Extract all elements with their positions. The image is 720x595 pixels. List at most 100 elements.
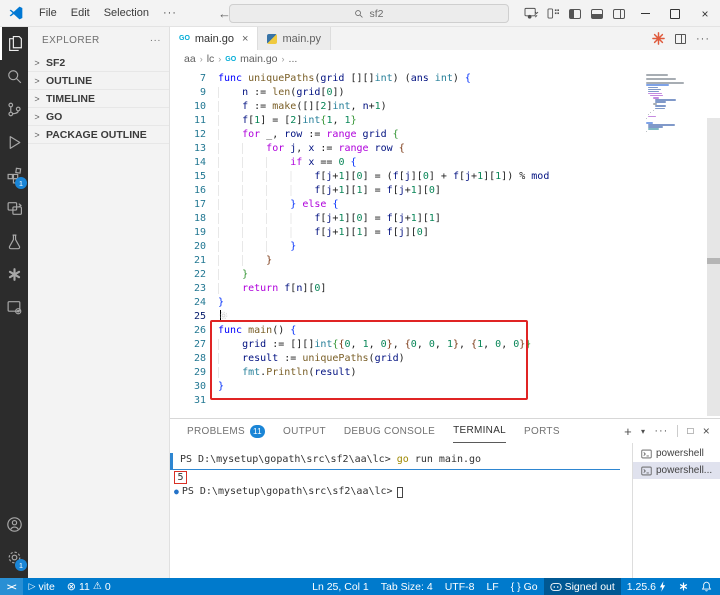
- command-search-box[interactable]: sf2: [229, 4, 509, 23]
- menu-edit[interactable]: Edit: [64, 7, 97, 19]
- line-number: 23: [193, 283, 206, 294]
- breadcrumb-item[interactable]: ...: [289, 53, 298, 65]
- split-editor-icon[interactable]: [675, 33, 686, 44]
- remote-indicator[interactable]: ><: [0, 578, 23, 595]
- code-line[interactable]: 21 }: [170, 254, 720, 268]
- customize-layout-icon[interactable]: [542, 0, 564, 27]
- window-minimize-button[interactable]: [630, 0, 660, 27]
- toggle-secondary-sidebar-icon[interactable]: [608, 0, 630, 27]
- line-number: 20: [193, 241, 206, 252]
- encoding-status[interactable]: UTF-8: [439, 578, 481, 595]
- code-line[interactable]: 9 n := len(grid[0]): [170, 86, 720, 100]
- tab-problems[interactable]: PROBLEMS 11: [187, 419, 265, 443]
- minimap[interactable]: [646, 74, 706, 135]
- code-line[interactable]: 15 f[j+1][0] = (f[j][0] + f[j+1][1]) % m…: [170, 170, 720, 184]
- menu-overflow[interactable]: ···: [156, 7, 184, 19]
- activity-pinwheel-extension-icon[interactable]: [0, 258, 28, 291]
- menu-file[interactable]: File: [32, 7, 64, 19]
- activity-search-icon[interactable]: [0, 60, 28, 93]
- window-maximize-button[interactable]: [660, 0, 690, 27]
- problems-status[interactable]: ⊗ 11 ⚠ 0: [61, 578, 117, 595]
- remote-icon: ><: [7, 581, 16, 592]
- notifications-bell-icon[interactable]: [695, 578, 720, 595]
- code-line[interactable]: 10 f := make([][2]int, n+1): [170, 100, 720, 114]
- terminal-icon: [641, 466, 652, 475]
- line-number: 26: [193, 325, 206, 336]
- code-editor[interactable]: 7 func uniquePaths(grid [][]int) (ans int…: [170, 68, 720, 418]
- indentation-status[interactable]: Tab Size: 4: [375, 578, 439, 595]
- window-close-button[interactable]: ×: [690, 0, 720, 27]
- activity-extensions-icon[interactable]: 1: [0, 159, 28, 192]
- copilot-icon: [549, 582, 562, 591]
- settings-gear-icon[interactable]: 1: [0, 541, 28, 574]
- terminal-output[interactable]: PS D:\mysetup\gopath\src\sf2\aa\lc> go r…: [170, 443, 632, 578]
- sidebar-item-timeline[interactable]: > TIMELINE: [28, 90, 169, 108]
- code-line[interactable]: 20 }: [170, 240, 720, 254]
- tab-close-icon[interactable]: ×: [242, 33, 248, 45]
- code-line[interactable]: 7 func uniquePaths(grid [][]int) (ans int…: [170, 72, 720, 86]
- run-code-icon[interactable]: [652, 32, 665, 45]
- sidebar-item-outline[interactable]: > OUTLINE: [28, 72, 169, 90]
- run-task-vite[interactable]: ▷ vite: [23, 578, 61, 595]
- account-icon[interactable]: [0, 508, 28, 541]
- breadcrumb-item[interactable]: main.go: [240, 53, 277, 65]
- tab-label: main.go: [194, 32, 235, 45]
- tab-debug-console[interactable]: DEBUG CONSOLE: [344, 419, 435, 443]
- activity-bar: 1 1: [0, 27, 28, 578]
- code-line[interactable]: 23 return f[n][0]: [170, 282, 720, 296]
- open-remote-window-icon[interactable]: [520, 0, 542, 27]
- status-bar: >< ▷ vite ⊗ 11 ⚠ 0 Ln 25, Col 1 Tab Size…: [0, 578, 720, 595]
- sidebar-item-go[interactable]: > GO: [28, 108, 169, 126]
- warning-icon: ⚠: [92, 581, 102, 592]
- search-value: sf2: [369, 7, 384, 20]
- code-line[interactable]: 14 if x == 0 {: [170, 156, 720, 170]
- terminal-instance-powershell[interactable]: powershell: [633, 445, 720, 462]
- tab-ports[interactable]: PORTS: [524, 419, 560, 443]
- activity-settings-editor-icon[interactable]: [0, 291, 28, 324]
- section-label: SF2: [46, 56, 66, 69]
- breadcrumb-item[interactable]: aa: [184, 53, 196, 65]
- extension-pinwheel-status-icon[interactable]: [672, 578, 695, 595]
- tab-terminal[interactable]: TERMINAL: [453, 419, 507, 443]
- tab-main-py[interactable]: main.py: [258, 27, 331, 50]
- sidebar-item-package-outline[interactable]: > PACKAGE OUTLINE: [28, 126, 169, 144]
- eol-status[interactable]: LF: [480, 578, 504, 595]
- activity-remote-explorer-icon[interactable]: [0, 192, 28, 225]
- code-line[interactable]: 16 f[j+1][1] = f[j+1][0]: [170, 184, 720, 198]
- line-number: 10: [193, 101, 206, 112]
- terminal-prompt-line[interactable]: ● PS D:\mysetup\gopath\src\sf2\aa\lc>: [170, 485, 632, 499]
- activity-run-debug-icon[interactable]: [0, 126, 28, 159]
- close-panel-icon[interactable]: ×: [703, 424, 710, 438]
- code-line[interactable]: 19 f[j+1][1] = f[j][0]: [170, 226, 720, 240]
- editor-more-actions-icon[interactable]: ···: [696, 33, 710, 45]
- activity-source-control-icon[interactable]: [0, 93, 28, 126]
- menu-selection[interactable]: Selection: [97, 7, 156, 19]
- toggle-sidebar-icon[interactable]: [564, 0, 586, 27]
- code-line[interactable]: 22 }: [170, 268, 720, 282]
- sidebar-more-icon[interactable]: ···: [150, 35, 161, 46]
- breadcrumb-item[interactable]: lc: [207, 53, 215, 65]
- activity-testing-icon[interactable]: [0, 225, 28, 258]
- terminal-dropdown-icon[interactable]: ▾: [641, 427, 645, 436]
- terminal-instance-powershell-selected[interactable]: powershell...: [633, 462, 720, 479]
- toggle-panel-icon[interactable]: [586, 0, 608, 27]
- code-line[interactable]: 13 for j, x := range row {: [170, 142, 720, 156]
- tab-main-go[interactable]: GO main.go ×: [170, 27, 259, 50]
- activity-explorer-icon[interactable]: [0, 27, 28, 60]
- panel-more-actions-icon[interactable]: ···: [654, 425, 668, 437]
- editor-scrollbar[interactable]: [707, 118, 720, 416]
- code-line[interactable]: 17 } else {: [170, 198, 720, 212]
- new-terminal-icon[interactable]: +: [624, 424, 632, 439]
- go-version-status[interactable]: 1.25.6: [621, 578, 672, 595]
- code-line[interactable]: 12 for _, row := range grid {: [170, 128, 720, 142]
- sidebar-item-sf2[interactable]: > SF2: [28, 54, 169, 72]
- terminal-instance-label: powershell...: [656, 465, 713, 476]
- code-line[interactable]: 18 f[j+1][0] = f[j+1][1]: [170, 212, 720, 226]
- code-line[interactable]: 24}: [170, 296, 720, 310]
- code-line[interactable]: 11 f[1] = [2]int{1, 1}: [170, 114, 720, 128]
- cursor-position[interactable]: Ln 25, Col 1: [306, 578, 375, 595]
- language-mode[interactable]: { } Go: [505, 578, 544, 595]
- maximize-panel-icon[interactable]: □: [687, 426, 693, 437]
- copilot-signin-status[interactable]: Signed out: [543, 578, 621, 595]
- tab-output[interactable]: OUTPUT: [283, 419, 326, 443]
